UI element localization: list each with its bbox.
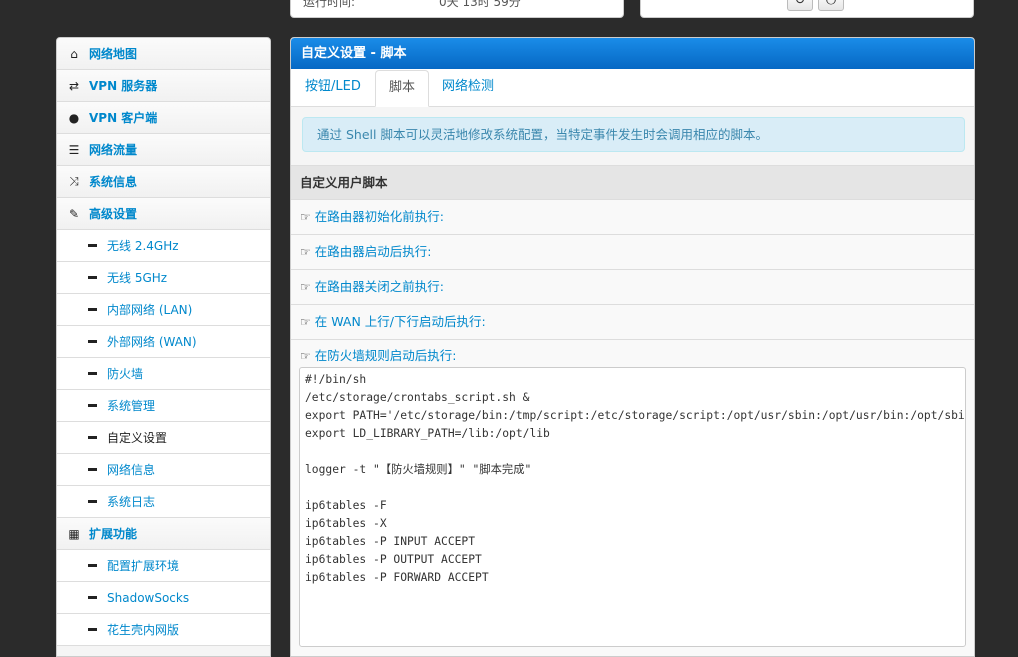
script-row-pre-shutdown[interactable]: ☞ 在路由器关闭之前执行: (291, 270, 974, 305)
sidebar-subitem-admin[interactable]: 系统管理 (57, 390, 270, 422)
script-row-label: 在路由器关闭之前执行: (314, 279, 444, 294)
script-row-pre-init[interactable]: ☞ 在路由器初始化前执行: (291, 200, 974, 235)
script-row-firewall[interactable]: ☞ 在防火墙规则启动后执行: (291, 340, 974, 367)
script-row-wan-event[interactable]: ☞ 在 WAN 上行/下行启动后执行: (291, 305, 974, 340)
sidebar-item-label: VPN 服务器 (89, 79, 158, 93)
sidebar-subitem-wifi-5[interactable]: 无线 5GHz (57, 262, 270, 294)
hand-right-icon: ☞ (300, 245, 311, 259)
refresh-button[interactable]: ↻ (787, 0, 813, 11)
uptime-value: 0天 13时 59分 (439, 0, 521, 9)
control-panel: ↻ ⏻ (640, 0, 974, 18)
sidebar-subitem-custom[interactable]: 自定义设置 (57, 422, 270, 454)
sidebar-subitem-label: 无线 5GHz (107, 271, 168, 285)
globe-icon: ● (68, 110, 80, 125)
refresh-icon: ↻ (794, 0, 806, 8)
section-title: 自定义用户脚本 (291, 165, 974, 200)
random-icon: ⤨ (69, 174, 79, 188)
dash-icon (88, 308, 97, 311)
sidebar-subitem-label: 系统管理 (107, 399, 156, 413)
wrench-icon: ✎ (68, 206, 80, 221)
dash-icon (88, 436, 97, 439)
hand-right-icon: ☞ (300, 349, 311, 363)
sidebar-item-advanced[interactable]: ✎ 高级设置 (57, 198, 270, 230)
list-icon: ☰ (68, 142, 80, 157)
sidebar-subitem-label: 外部网络 (WAN) (107, 335, 197, 349)
sidebar-subitem-label: 配置扩展环境 (107, 559, 180, 573)
sidebar-item-extensions[interactable]: ▦ 扩展功能 (57, 518, 270, 550)
sidebar-item-label: 扩展功能 (89, 527, 138, 541)
dash-icon (88, 372, 97, 375)
sidebar-item-label: 高级设置 (89, 207, 138, 221)
sidebar-subitem-syslog[interactable]: 系统日志 (57, 486, 270, 518)
editor-container: #!/bin/sh /etc/storage/crontabs_script.s… (291, 367, 974, 656)
sidebar-subitem-label: 防火墙 (107, 367, 144, 381)
sidebar-subitem-label: ShadowSocks (107, 590, 190, 605)
sidebar-item-label: 系统信息 (89, 175, 138, 189)
tab-scripts[interactable]: 脚本 (375, 70, 430, 107)
dash-icon (88, 500, 97, 503)
hand-right-icon: ☞ (300, 210, 311, 224)
script-row-label: 在 WAN 上行/下行启动后执行: (314, 314, 486, 329)
info-alert: 通过 Shell 脚本可以灵活地修改系统配置，当特定事件发生时会调用相应的脚本。 (302, 117, 965, 152)
sidebar-item-label: 网络地图 (89, 47, 138, 61)
dash-icon (88, 404, 97, 407)
sidebar-subitem-label: 花生壳内网版 (107, 623, 180, 637)
tab-buttons-led[interactable]: 按钮/LED (292, 70, 374, 106)
sidebar-subitem-label: 内部网络 (LAN) (107, 303, 193, 317)
firewall-script-editor[interactable]: #!/bin/sh /etc/storage/crontabs_script.s… (299, 367, 966, 647)
sidebar-subitem-ext-env[interactable]: 配置扩展环境 (57, 550, 270, 582)
sidebar-item-traffic[interactable]: ☰ 网络流量 (57, 134, 270, 166)
status-panel: 运行时间: 0天 13时 59分 (290, 0, 624, 18)
sidebar-subitem-wifi-24[interactable]: 无线 2.4GHz (57, 230, 270, 262)
sidebar-subitem-label: 网络信息 (107, 463, 156, 477)
dash-icon (88, 340, 97, 343)
dash-icon (88, 244, 97, 247)
sidebar-subitem-label: 系统日志 (107, 495, 156, 509)
tab-network-check[interactable]: 网络检测 (429, 70, 507, 106)
script-row-post-start[interactable]: ☞ 在路由器启动后执行: (291, 235, 974, 270)
power-icon: ⏻ (825, 0, 837, 8)
main-panel: 自定义设置 - 脚本 按钮/LED 脚本 网络检测 通过 Shell 脚本可以灵… (290, 37, 975, 657)
sidebar-subitem-shadowsocks[interactable]: ShadowSocks (57, 582, 270, 614)
dash-icon (88, 564, 97, 567)
uptime-label: 运行时间: (303, 0, 356, 9)
sidebar-item-vpn-server[interactable]: ⇄ VPN 服务器 (57, 70, 270, 102)
home-icon: ⌂ (70, 46, 78, 61)
hand-right-icon: ☞ (300, 315, 311, 329)
sidebar-item-label: VPN 客户端 (89, 111, 158, 125)
sidebar-subitem-label: 自定义设置 (107, 431, 168, 445)
dash-icon (88, 276, 97, 279)
script-row-label: 在路由器启动后执行: (314, 244, 432, 259)
sidebar-subitem-firewall[interactable]: 防火墙 (57, 358, 270, 390)
dash-icon (88, 596, 97, 599)
sidebar-subitem-lan[interactable]: 内部网络 (LAN) (57, 294, 270, 326)
retweet-icon: ⇄ (68, 78, 80, 93)
script-row-label: 在防火墙规则启动后执行: (314, 348, 457, 363)
sidebar-subitem-label: 无线 2.4GHz (107, 239, 179, 253)
sidebar-subitem-oray[interactable]: 花生壳内网版 (57, 614, 270, 646)
hand-right-icon: ☞ (300, 280, 311, 294)
sidebar-subitem-wan[interactable]: 外部网络 (WAN) (57, 326, 270, 358)
info-area: 通过 Shell 脚本可以灵活地修改系统配置，当特定事件发生时会调用相应的脚本。 (291, 107, 974, 165)
sidebar-subitem-netinfo[interactable]: 网络信息 (57, 454, 270, 486)
dash-icon (88, 628, 97, 631)
sidebar-item-vpn-client[interactable]: ● VPN 客户端 (57, 102, 270, 134)
power-button[interactable]: ⏻ (818, 0, 844, 11)
tab-bar: 按钮/LED 脚本 网络检测 (291, 69, 974, 107)
page-title: 自定义设置 - 脚本 (291, 38, 974, 69)
sidebar-item-label: 网络流量 (89, 143, 138, 157)
sidebar-item-system-info[interactable]: ⤨ 系统信息 (57, 166, 270, 198)
dash-icon (88, 468, 97, 471)
sidebar-item-network-map[interactable]: ⌂ 网络地图 (57, 38, 270, 70)
grid-icon: ▦ (68, 526, 80, 541)
sidebar: ⌂ 网络地图 ⇄ VPN 服务器 ● VPN 客户端 ☰ 网络流量 ⤨ 系统信息… (56, 37, 271, 657)
script-row-label: 在路由器初始化前执行: (314, 209, 444, 224)
